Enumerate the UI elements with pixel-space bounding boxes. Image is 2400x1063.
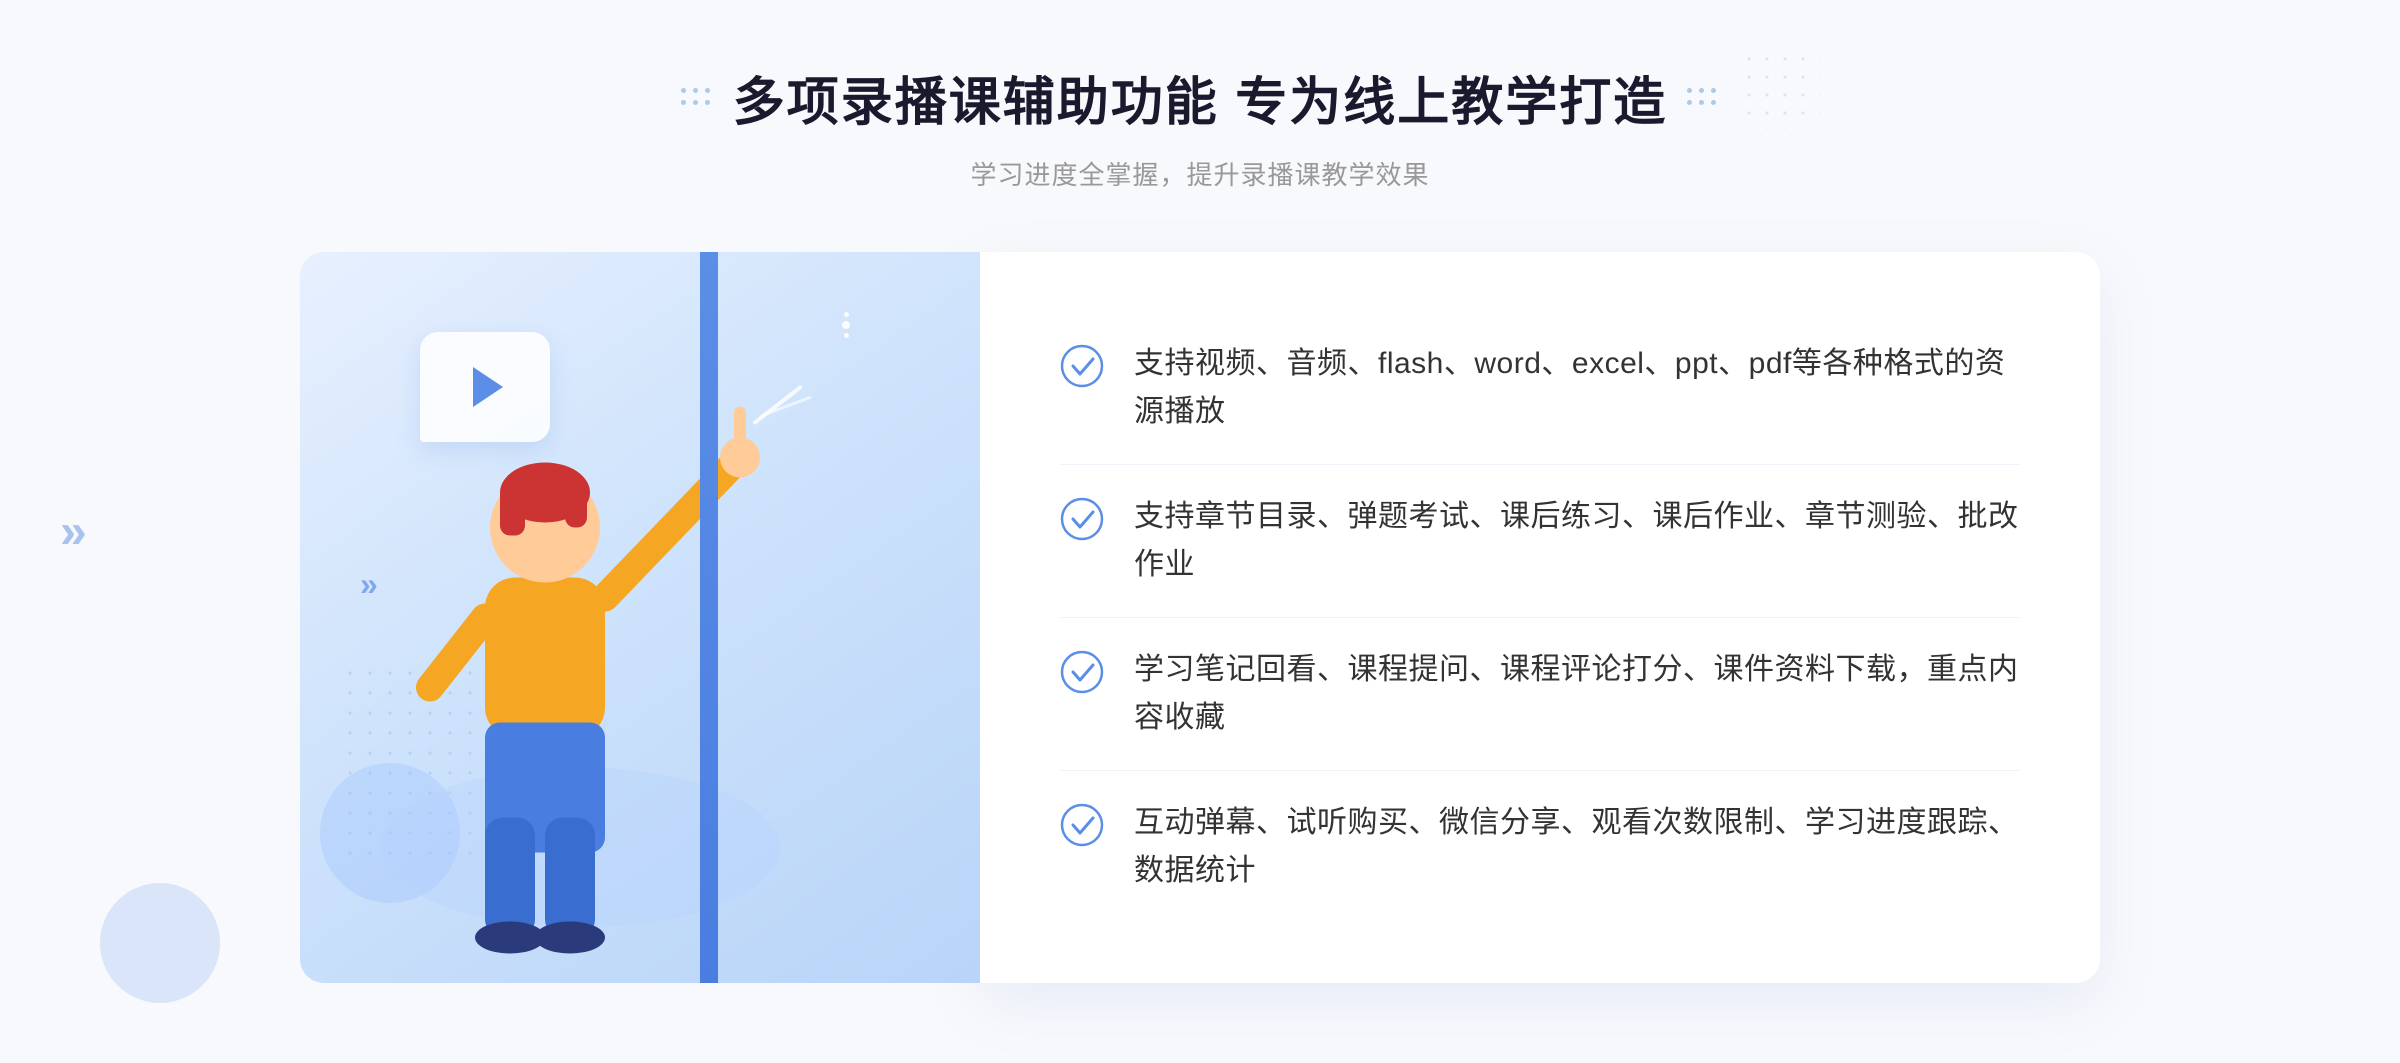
blue-vertical-bar [700, 252, 718, 983]
dot-pattern-top-right [1740, 50, 1820, 130]
subtitle: 学习进度全掌握，提升录播课教学效果 [681, 155, 1719, 192]
feature-item-2: 支持章节目录、弹题考试、课后练习、课后作业、章节测验、批改作业 [1060, 465, 2020, 618]
header-deco-right [1687, 88, 1719, 108]
bottom-left-circle [100, 883, 220, 1003]
feature-item-1: 支持视频、音频、flash、word、excel、ppt、pdf等各种格式的资源… [1060, 312, 2020, 465]
feature-text-1: 支持视频、音频、flash、word、excel、ppt、pdf等各种格式的资源… [1134, 340, 2020, 436]
feature-text-3: 学习笔记回看、课程提问、课程评论打分、课件资料下载，重点内容收藏 [1134, 646, 2020, 742]
feature-text-4: 互动弹幕、试听购买、微信分享、观看次数限制、学习进度跟踪、数据统计 [1134, 799, 2020, 895]
left-side-chevron: » [60, 504, 87, 559]
check-icon-1 [1060, 344, 1104, 388]
feature-item-4: 互动弹幕、试听购买、微信分享、观看次数限制、学习进度跟踪、数据统计 [1060, 771, 2020, 923]
illustration-panel: » [300, 252, 980, 983]
check-icon-3 [1060, 650, 1104, 694]
page-wrapper: 多项录播课辅助功能 专为线上教学打造 学习进度全掌握，提升录播课教学效果 [0, 0, 2400, 1063]
check-icon-4 [1060, 803, 1104, 847]
illustration-svg [300, 252, 980, 983]
content-area: » [300, 252, 2100, 983]
main-title: 多项录播课辅助功能 专为线上教学打造 [733, 60, 1667, 135]
feature-text-2: 支持章节目录、弹题考试、课后练习、课后作业、章节测验、批改作业 [1134, 493, 2020, 589]
header-title-row: 多项录播课辅助功能 专为线上教学打造 [681, 60, 1719, 135]
feature-item-3: 学习笔记回看、课程提问、课程评论打分、课件资料下载，重点内容收藏 [1060, 618, 2020, 771]
check-icon-2 [1060, 497, 1104, 541]
header-deco-left [681, 88, 713, 108]
header-section: 多项录播课辅助功能 专为线上教学打造 学习进度全掌握，提升录播课教学效果 [681, 60, 1719, 192]
right-panel: 支持视频、音频、flash、word、excel、ppt、pdf等各种格式的资源… [980, 252, 2100, 983]
